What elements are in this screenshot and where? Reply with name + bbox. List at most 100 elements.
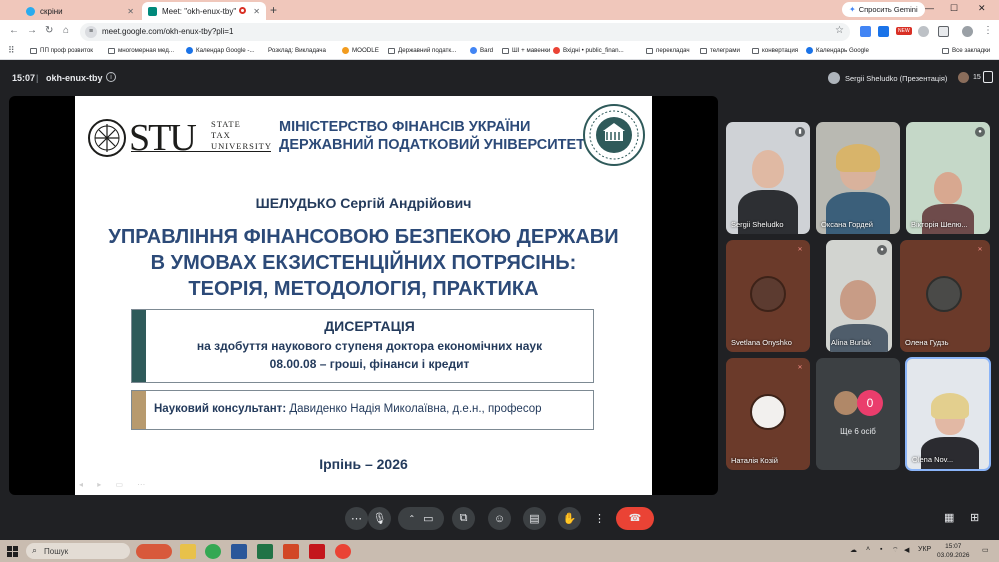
participant-tile[interactable]: ✕ Наталія Козій: [726, 358, 810, 470]
volume-icon[interactable]: ◀: [904, 546, 909, 554]
windows-start-icon[interactable]: [7, 546, 18, 557]
bookmark-item[interactable]: перекладач: [646, 47, 690, 54]
acrobat-icon[interactable]: [309, 544, 325, 559]
bookmark-label: Календар Google -...: [196, 47, 255, 54]
presenter-indicator[interactable]: Sergii Sheludko (Презентація): [828, 72, 947, 84]
participant-tile[interactable]: ● Alina Burlak: [826, 240, 892, 352]
address-bar[interactable]: ≡ meet.google.com/okh-enux-tby?pli=1 ☆: [80, 23, 850, 41]
more-participants-tile[interactable]: 0 Ще 6 осіб: [816, 358, 900, 470]
stu-subtext-line: TAX: [211, 130, 231, 140]
all-bookmarks-button[interactable]: Все закладки: [942, 47, 990, 54]
bookmark-item[interactable]: Вхідні • public_finan...: [553, 47, 624, 54]
participant-tile[interactable]: ▮ Sergii Sheludko: [726, 122, 810, 234]
network-icon[interactable]: ⌔: [892, 546, 899, 555]
language-indicator[interactable]: УКР: [918, 546, 931, 553]
bookmark-item[interactable]: конвертация: [752, 47, 798, 54]
participant-avatar: [834, 391, 858, 415]
taskbar-search[interactable]: ⌕ Пошук: [26, 543, 130, 559]
chat-icon[interactable]: ▦: [944, 511, 954, 524]
bookmark-item[interactable]: MOODLE: [342, 47, 379, 54]
bookmark-item[interactable]: Державний податк...: [388, 47, 456, 54]
participant-tile[interactable]: ✕ Олена Гудзь: [900, 240, 990, 352]
bookmark-item[interactable]: многомерная мед...: [108, 47, 174, 54]
chrome-profile-icon[interactable]: [335, 544, 351, 559]
close-tab-icon[interactable]: ✕: [127, 7, 134, 16]
widget-icon[interactable]: [136, 544, 172, 559]
present-button[interactable]: ⧉: [452, 507, 475, 530]
bookmark-item[interactable]: ПП проф розвиток: [30, 47, 93, 54]
participant-name: Вікторія Шелю...: [911, 220, 968, 229]
participant-video: [840, 280, 876, 320]
participant-tile[interactable]: ● Вікторія Шелю...: [906, 122, 990, 234]
browser-tab-screenshots[interactable]: скріни ✕: [20, 2, 140, 20]
emoji-button[interactable]: ☺: [488, 507, 511, 530]
participants-avatar: [958, 72, 969, 83]
taskbar-clock[interactable]: 15:07 03.09.2026: [937, 542, 970, 560]
captions-button[interactable]: ▤: [523, 507, 546, 530]
maximize-icon[interactable]: ☐: [950, 3, 958, 14]
extension-icon[interactable]: [860, 26, 871, 37]
bookmark-item[interactable]: Bard: [470, 47, 493, 54]
bookmark-item[interactable]: телеграми: [700, 47, 740, 54]
reload-icon[interactable]: ↻: [45, 25, 53, 36]
bookmark-item[interactable]: Розклад: Викладача: [268, 47, 326, 54]
profile-avatar[interactable]: [962, 26, 973, 37]
bookmark-item[interactable]: ШІ + мавенки: [502, 47, 550, 54]
word-icon[interactable]: [231, 544, 247, 559]
chrome-icon[interactable]: [205, 544, 221, 559]
translate-icon[interactable]: [878, 26, 889, 37]
calendar-icon: [186, 47, 193, 54]
participant-tile[interactable]: ✕ Svetlana Onyshko: [726, 240, 810, 352]
bookmark-star-icon[interactable]: ☆: [835, 25, 844, 36]
tray-app-icon[interactable]: ▪: [880, 546, 882, 553]
url-text[interactable]: meet.google.com/okh-enux-tby?pli=1: [102, 27, 233, 36]
weather-icon[interactable]: ☁: [850, 546, 857, 554]
gmail-icon: [553, 47, 560, 54]
notifications-icon[interactable]: ▭: [982, 546, 989, 554]
new-tab-button[interactable]: +: [270, 3, 277, 17]
participant-name: Наталія Козій: [731, 456, 778, 465]
powerpoint-icon[interactable]: [283, 544, 299, 559]
close-window-icon[interactable]: ✕: [978, 3, 986, 14]
more-options-button[interactable]: ⋯: [345, 507, 368, 530]
menu-kebab-icon[interactable]: ⋮: [983, 25, 993, 36]
ask-gemini-button[interactable]: ✦ Спросить Gemini: [842, 2, 925, 17]
apps-grid-icon[interactable]: ⠿: [8, 45, 15, 56]
extension-icon[interactable]: [918, 26, 929, 37]
bookmark-item[interactable]: Календарь Google: [806, 47, 869, 54]
participants-button[interactable]: 15: [958, 72, 981, 83]
excel-icon[interactable]: [257, 544, 273, 559]
raise-hand-button[interactable]: ✋: [558, 507, 581, 530]
bookmark-label: MOODLE: [352, 47, 379, 54]
browser-tab-meet[interactable]: Meet: "okh-enux-tby" ✕: [142, 2, 266, 20]
microphone-button[interactable]: 🎙: [368, 507, 391, 530]
title-line: В УМОВАХ ЕКЗИСТЕНЦІЙНИХ ПОТРЯСІНЬ:: [150, 252, 577, 274]
activities-icon[interactable]: ⊞: [970, 511, 979, 524]
bookmark-item[interactable]: Календар Google -...: [186, 47, 255, 54]
mic-off-icon: ✕: [797, 365, 803, 371]
title-line: УПРАВЛІННЯ ФІНАНСОВОЮ БЕЗПЕКОЮ ДЕРЖАВИ: [108, 226, 619, 248]
close-tab-icon[interactable]: ✕: [253, 7, 260, 16]
file-explorer-icon[interactable]: [180, 544, 196, 559]
self-view-tile[interactable]: Olena Nov...: [905, 357, 991, 471]
present-screen-icon: ⧉: [459, 512, 468, 524]
slide-nav-controls[interactable]: ◂ ▸ ▭ ⋯: [79, 480, 151, 489]
forward-icon[interactable]: →: [27, 25, 37, 36]
bookmark-label: Bard: [480, 47, 494, 54]
participant-tile[interactable]: Оксана Гордей: [816, 122, 900, 234]
end-call-button[interactable]: ☎: [616, 507, 654, 530]
participant-name: Sergii Sheludko: [731, 220, 784, 229]
meeting-info-icon[interactable]: i: [106, 72, 116, 82]
home-icon[interactable]: ⌂: [63, 25, 69, 36]
more-actions-button[interactable]: ⋮: [588, 507, 611, 530]
camera-button[interactable]: ⌃ ▭: [398, 507, 444, 530]
extensions-puzzle-icon[interactable]: [938, 26, 949, 37]
tab-title: скріни: [40, 6, 63, 16]
site-info-icon[interactable]: ≡: [85, 26, 97, 38]
telegram-icon: [26, 6, 35, 16]
back-icon[interactable]: ←: [9, 25, 19, 36]
side-panel-icon[interactable]: [983, 71, 993, 83]
dissertation-box: ДИСЕРТАЦІЯ на здобуття наукового ступеня…: [131, 309, 594, 383]
minimize-icon[interactable]: —: [925, 3, 934, 13]
chevron-up-icon[interactable]: ˄: [866, 546, 870, 553]
